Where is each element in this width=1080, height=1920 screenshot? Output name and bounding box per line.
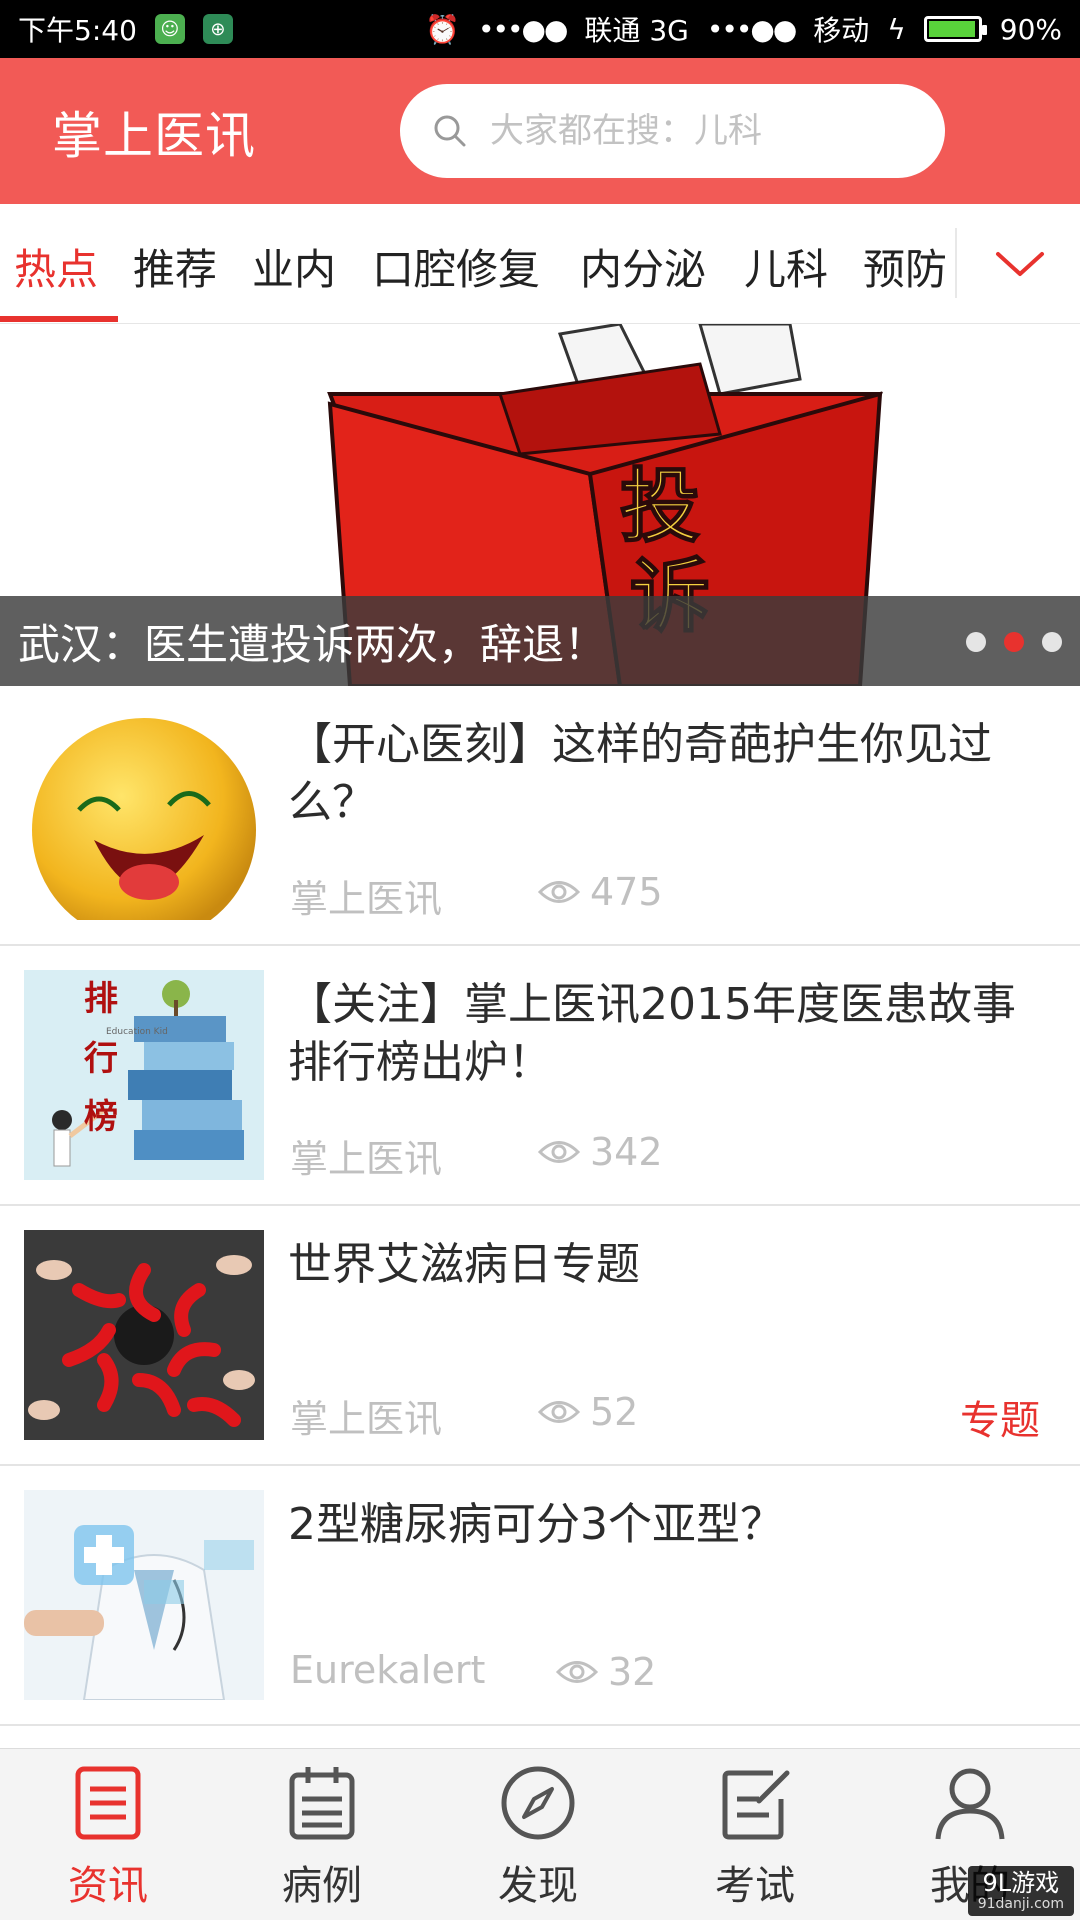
news-icon	[75, 1766, 141, 1840]
search-bar[interactable]	[400, 84, 945, 178]
ranking-char-2: 行	[84, 1039, 118, 1079]
news-title: 【关注】掌上医讯2015年度医患故事排行榜出炉！	[288, 979, 1016, 1088]
news-title: 2型糖尿病可分3个亚型？	[288, 1499, 784, 1550]
user-icon	[935, 1768, 1005, 1840]
news-item[interactable]: 排 行 榜 Education Kid 【关注】掌上医讯2015年度医患故事排行…	[0, 946, 1080, 1206]
tab-industry[interactable]: 业内	[252, 236, 336, 297]
news-views: 52	[538, 1390, 638, 1434]
app-title: 掌上医讯	[52, 107, 256, 165]
view-count: 475	[590, 870, 663, 914]
banner-caption-bar: 武汉：医生遭投诉两次，辞退！	[0, 596, 1080, 686]
alarm-icon: ⏰	[425, 12, 460, 46]
carousel-dot[interactable]	[1042, 632, 1062, 652]
news-views: 342	[538, 1130, 663, 1174]
exam-icon	[722, 1770, 790, 1840]
news-item[interactable]: 2型糖尿病可分3个亚型？ Eurekalert 32	[0, 1466, 1080, 1726]
nav-discover[interactable]: 发现	[458, 1763, 618, 1913]
news-source: 掌上医讯	[290, 877, 443, 921]
compass-icon	[501, 1766, 575, 1840]
ranking-books-image: 排 行 榜 Education Kid	[24, 970, 264, 1180]
status-bar: 下午5:40 ☺ ⊕ ⏰ •••●● 联通 3G •••●● 移动 ϟ 90%	[0, 0, 1080, 58]
view-count: 32	[608, 1650, 657, 1694]
ranking-char-1: 排	[84, 979, 118, 1019]
signal-icon-2: •••●●	[706, 12, 797, 46]
category-tabs: 热点 推荐 业内 口腔修复 内分泌 儿科 预防	[0, 204, 1080, 324]
status-time: 下午5:40	[18, 14, 137, 47]
doctor-image	[24, 1490, 264, 1700]
nav-label: 病例	[282, 1863, 362, 1909]
news-thumbnail: 排 行 榜 Education Kid	[24, 970, 264, 1180]
watermark-url: 91danji.com	[977, 1896, 1064, 1912]
nav-news[interactable]: 资讯	[28, 1763, 188, 1913]
topic-tag[interactable]: 专题	[960, 1388, 1040, 1446]
news-views: 475	[538, 870, 663, 914]
news-item[interactable]: 【开心医刻】这样的奇葩护生你见过么？ 掌上医讯 475	[0, 686, 1080, 946]
android-app-icon: ☺	[154, 14, 185, 44]
nav-label: 发现	[498, 1863, 578, 1909]
smiley-icon	[24, 710, 264, 920]
news-thumbnail	[24, 1230, 264, 1440]
banner-caption: 武汉：医生遭投诉两次，辞退！	[18, 619, 607, 669]
eye-icon	[538, 881, 580, 903]
nav-label: 考试	[715, 1863, 795, 1909]
view-count: 52	[590, 1390, 639, 1434]
view-count: 342	[590, 1130, 663, 1174]
battery-icon	[923, 16, 987, 42]
news-thumbnail	[24, 710, 264, 920]
tabs-divider	[955, 228, 957, 298]
news-source: 掌上医讯	[290, 1397, 443, 1441]
tab-recommend[interactable]: 推荐	[133, 236, 217, 297]
carousel-dot-active[interactable]	[1004, 632, 1024, 652]
carousel-dots	[966, 632, 1062, 652]
eye-icon	[556, 1661, 598, 1683]
tab-dental[interactable]: 口腔修复	[372, 236, 540, 297]
nav-cases[interactable]: 病例	[242, 1763, 402, 1913]
search-icon	[434, 115, 466, 147]
eye-icon	[538, 1401, 580, 1423]
news-title: 世界艾滋病日专题	[288, 1239, 640, 1290]
carrier-2: 移动	[813, 14, 870, 47]
red-ribbons-image	[24, 1230, 264, 1440]
carousel-dot[interactable]	[966, 632, 986, 652]
battery-percent: 90%	[999, 12, 1062, 46]
carrier-1: 联通 3G	[584, 14, 689, 47]
calendar-icon	[289, 1767, 355, 1840]
news-title: 【开心医刻】这样的奇葩护生你见过么？	[288, 719, 992, 828]
tab-endocrine[interactable]: 内分泌	[580, 236, 706, 297]
banner-carousel[interactable]: 投 诉 武汉：医生遭投诉两次，辞退！	[0, 324, 1080, 686]
charging-icon: ϟ	[887, 12, 906, 46]
tab-hot[interactable]: 热点	[14, 236, 98, 297]
shield-icon: ⊕	[202, 14, 233, 44]
banner-box-text-1: 投	[620, 460, 700, 553]
nav-label: 资讯	[68, 1863, 148, 1909]
news-item[interactable]: 世界艾滋病日专题 掌上医讯 52 专题	[0, 1206, 1080, 1466]
ranking-char-3: 榜	[84, 1097, 118, 1137]
tab-pediatrics[interactable]: 儿科	[744, 236, 828, 297]
chevron-down-icon[interactable]	[990, 244, 1050, 284]
app-header: 掌上医讯	[0, 58, 1080, 204]
signal-icon: •••●●	[478, 12, 568, 46]
news-source: 掌上医讯	[290, 1137, 443, 1181]
eye-icon	[538, 1141, 580, 1163]
news-source: Eurekalert	[290, 1648, 486, 1692]
tab-prevention[interactable]: 预防	[863, 236, 947, 297]
watermark-text: 9L游戏	[982, 1869, 1060, 1897]
news-thumbnail	[24, 1490, 264, 1700]
nav-exam[interactable]: 考试	[675, 1763, 835, 1913]
site-watermark: 9L游戏 91danji.com	[967, 1866, 1074, 1916]
news-views: 32	[556, 1650, 656, 1694]
ranking-small-text: Education Kid	[106, 1027, 168, 1037]
active-tab-indicator	[0, 316, 118, 322]
bottom-nav: 资讯 病例 发现 考试 我的	[0, 1748, 1080, 1920]
search-input[interactable]	[488, 110, 912, 152]
